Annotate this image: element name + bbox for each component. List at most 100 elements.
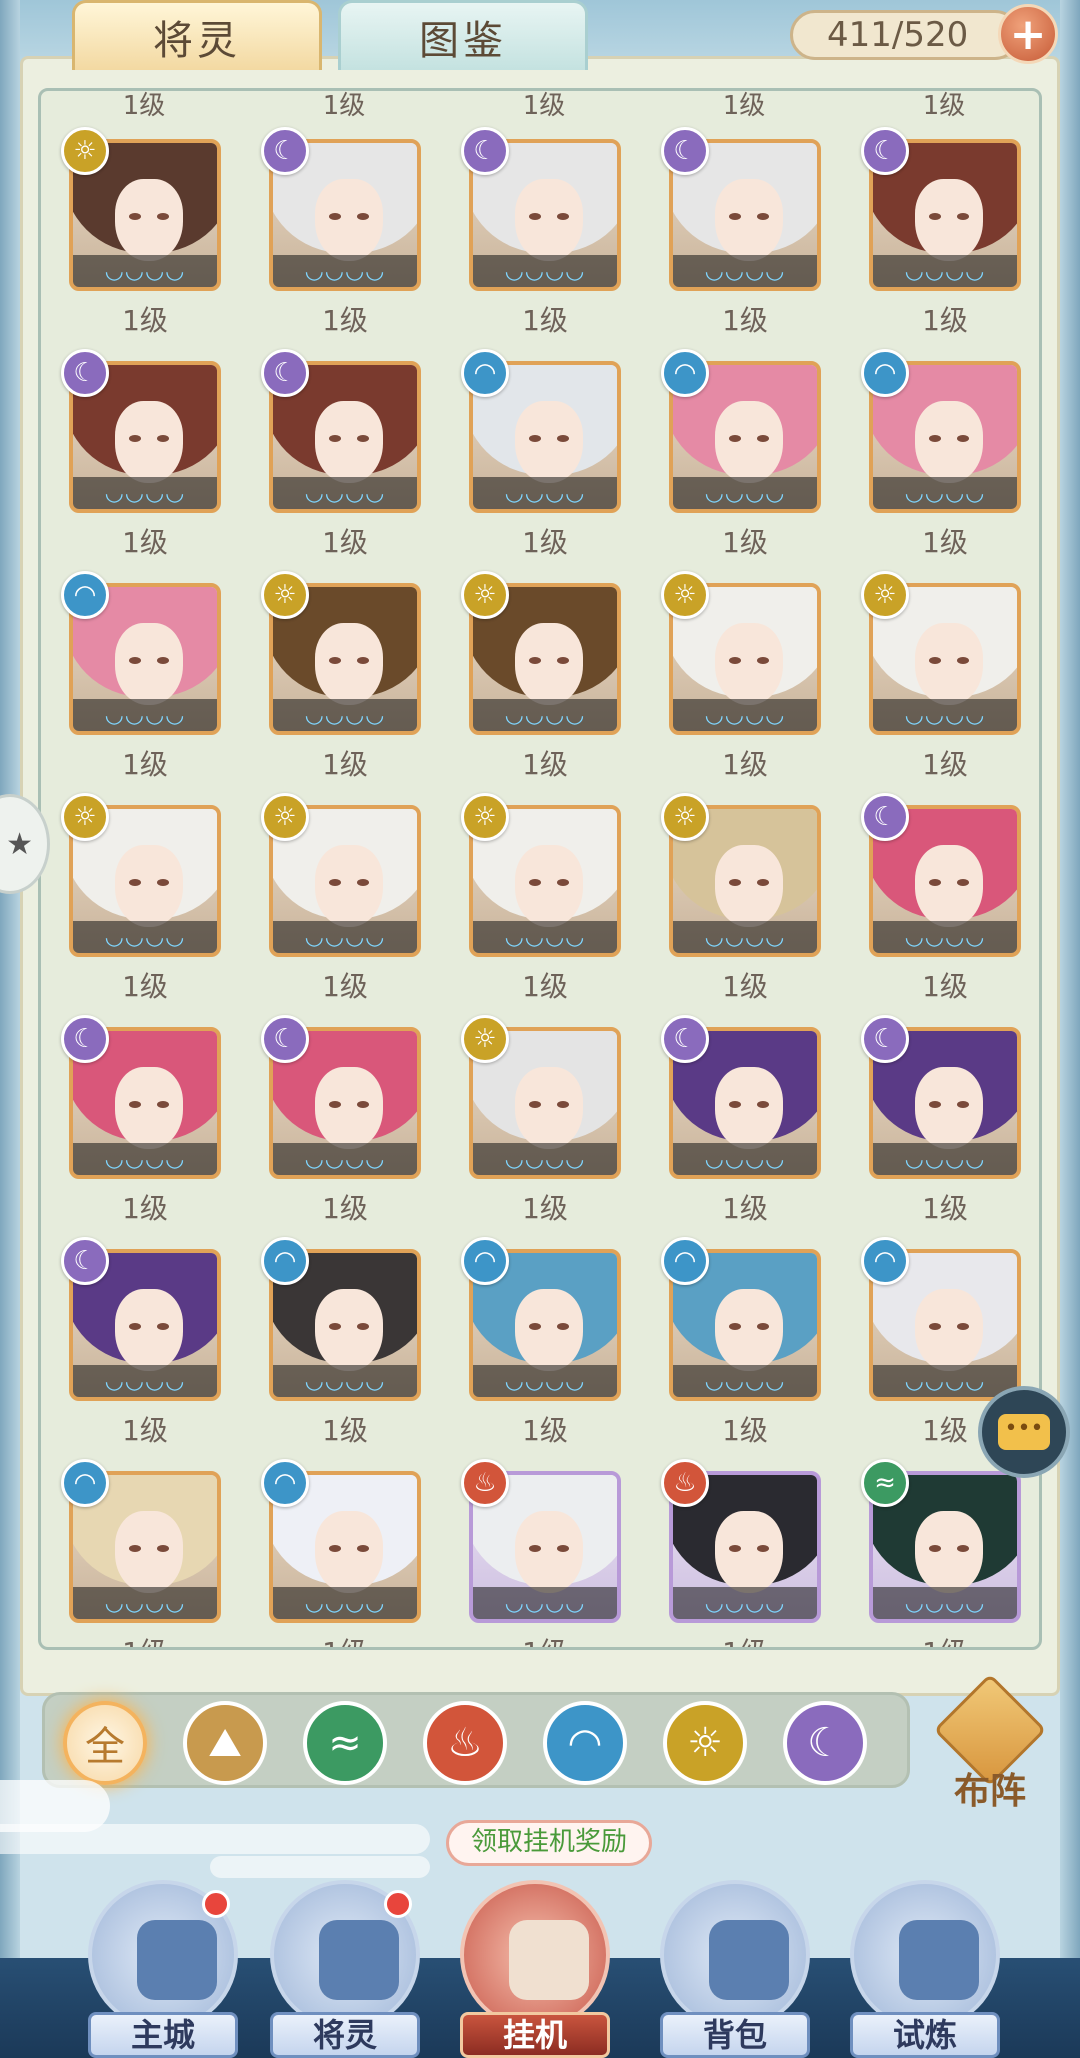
star-drops-icon: ◡◡◡◡	[673, 921, 817, 953]
hero-portrait-eyes	[729, 213, 769, 221]
filter-moon-button[interactable]: ☾	[783, 1701, 867, 1785]
nav-bag[interactable]: 背包	[650, 1880, 820, 2058]
hero-portrait-eyes	[329, 435, 369, 443]
nav-trial-label: 试炼	[850, 2012, 1000, 2058]
hero-level: 1级	[722, 970, 768, 1003]
hero-portrait-eyes	[329, 879, 369, 887]
hero-portrait-eyes	[929, 1101, 969, 1109]
water-element-icon: ◠	[461, 1237, 509, 1285]
fire-element-icon: ♨	[461, 1459, 509, 1507]
nav-art-icon	[899, 1920, 979, 2000]
right-border	[1060, 0, 1080, 2058]
hero-level: 1级	[922, 526, 968, 559]
prev-row-levels: 1级 1级 1级 1级 1级	[41, 91, 1039, 121]
star-drops-icon: ◡◡◡◡	[73, 1587, 217, 1619]
star-drops-icon: ◡◡◡◡	[673, 1587, 817, 1619]
star-drops-icon: ◡◡◡◡	[473, 1143, 617, 1175]
hero-portrait-eyes	[529, 435, 569, 443]
hero-level: 1级	[322, 304, 368, 337]
moon-element-icon: ☾	[861, 127, 909, 175]
star-icon: ★	[6, 826, 33, 862]
hero-portrait-eyes	[729, 657, 769, 665]
hero-level: 1级	[122, 970, 168, 1003]
light-element-icon: ☼	[661, 571, 709, 619]
hero-level: 1级	[922, 1192, 968, 1225]
hero-level: 1级	[869, 1631, 1021, 1647]
hero-portrait-eyes	[529, 1101, 569, 1109]
star-drops-icon: ◡◡◡◡	[673, 1365, 817, 1397]
nav-heroes[interactable]: 将灵	[260, 1880, 430, 2058]
hero-portrait-eyes	[329, 1545, 369, 1553]
star-drops-icon: ◡◡◡◡	[473, 255, 617, 287]
hero-portrait-eyes	[329, 657, 369, 665]
add-capacity-button[interactable]: +	[998, 4, 1058, 64]
light-element-icon: ☼	[461, 1015, 509, 1063]
notification-dot	[202, 1890, 230, 1918]
light-element-icon: ☼	[661, 793, 709, 841]
star-drops-icon: ◡◡◡◡	[273, 477, 417, 509]
light-element-icon: ☼	[461, 793, 509, 841]
hero-level: 1级	[69, 1631, 221, 1647]
hero-count: 411/520	[790, 10, 1020, 60]
star-drops-icon: ◡◡◡◡	[673, 477, 817, 509]
hero-portrait-eyes	[729, 1323, 769, 1331]
hero-portrait-eyes	[529, 213, 569, 221]
hero-level: 1级	[322, 1414, 368, 1447]
hero-portrait-eyes	[129, 657, 169, 665]
nav-main-city[interactable]: 主城	[78, 1880, 248, 2058]
water-element-icon: ◠	[261, 1459, 309, 1507]
hero-level: 1级	[322, 748, 368, 781]
hero-level: 1级	[522, 748, 568, 781]
tab-heroes[interactable]: 将灵	[72, 0, 322, 70]
filter-all-button[interactable]: 全	[63, 1701, 147, 1785]
light-element-icon: ☼	[461, 571, 509, 619]
filter-fire-button[interactable]: ♨	[423, 1701, 507, 1785]
hero-level: 1级	[722, 1414, 768, 1447]
star-drops-icon: ◡◡◡◡	[73, 699, 217, 731]
filter-mountain-button[interactable]: ⛰	[183, 1701, 267, 1785]
left-border	[0, 0, 20, 2058]
hero-level: 1级	[722, 91, 766, 121]
hero-portrait-eyes	[929, 1545, 969, 1553]
hero-level: 1级	[522, 1192, 568, 1225]
nav-bag-label: 背包	[660, 2012, 810, 2058]
hero-portrait-eyes	[329, 213, 369, 221]
hero-portrait-eyes	[129, 1545, 169, 1553]
hero-level: 1级	[322, 91, 366, 121]
hero-level: 1级	[522, 1414, 568, 1447]
chat-button[interactable]: •••	[978, 1386, 1070, 1478]
hero-level: 1级	[322, 1192, 368, 1225]
filter-light-button[interactable]: ☼	[663, 1701, 747, 1785]
hero-level: 1级	[122, 1414, 168, 1447]
star-drops-icon: ◡◡◡◡	[873, 1365, 1017, 1397]
water-element-icon: ◠	[61, 571, 109, 619]
nav-art-icon	[509, 1920, 589, 2000]
star-drops-icon: ◡◡◡◡	[273, 699, 417, 731]
hero-portrait-eyes	[929, 1323, 969, 1331]
tab-codex[interactable]: 图鉴	[338, 0, 588, 70]
hero-grid[interactable]: 1级 1级 1级 1级 1级 ◡◡◡◡ ☼ 1级 ◡◡◡◡ ☾ 1级 ◡◡◡◡ ☾ 1级 ◡◡◡◡ ☾ 1级 ◡…	[38, 88, 1042, 1650]
hero-level: 1级	[922, 970, 968, 1003]
nav-idle[interactable]: 挂机	[450, 1880, 620, 2058]
claim-idle-reward-tag[interactable]: 领取挂机奖励	[446, 1820, 652, 1866]
moon-element-icon: ☾	[61, 1237, 109, 1285]
hero-level: 1级	[522, 526, 568, 559]
nav-idle-label: 挂机	[460, 2012, 610, 2058]
hero-level: 1级	[722, 1192, 768, 1225]
light-element-icon: ☼	[61, 793, 109, 841]
filter-wind-button[interactable]: ≈	[303, 1701, 387, 1785]
nav-trial[interactable]: 试炼	[840, 1880, 1010, 2058]
formation-button[interactable]: 布阵	[930, 1673, 1050, 1812]
fire-element-icon: ♨	[661, 1459, 709, 1507]
hero-portrait-eyes	[729, 1545, 769, 1553]
hero-level: 1级	[522, 304, 568, 337]
hero-portrait-eyes	[929, 435, 969, 443]
star-drops-icon: ◡◡◡◡	[473, 477, 617, 509]
filter-water-button[interactable]: ◠	[543, 1701, 627, 1785]
moon-element-icon: ☾	[261, 349, 309, 397]
hero-level: 1级	[322, 526, 368, 559]
hero-portrait-eyes	[529, 879, 569, 887]
hero-level: 1级	[122, 304, 168, 337]
light-element-icon: ☼	[861, 571, 909, 619]
hero-portrait-eyes	[729, 879, 769, 887]
